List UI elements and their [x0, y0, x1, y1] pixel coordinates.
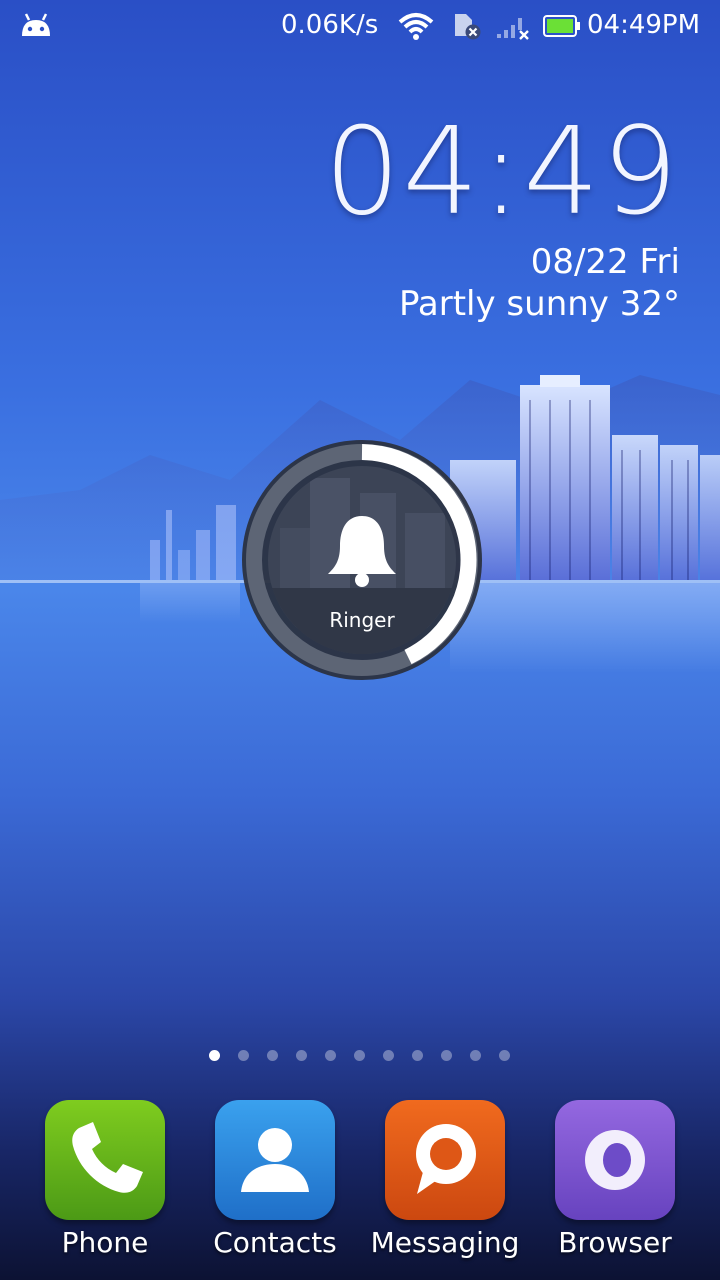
page-dot[interactable]: [383, 1050, 394, 1061]
app-contacts[interactable]: Contacts: [190, 1100, 360, 1259]
app-messaging[interactable]: Messaging: [360, 1100, 530, 1259]
page-dot[interactable]: [296, 1050, 307, 1061]
status-time: 04:49PM: [587, 10, 701, 40]
page-dot[interactable]: [325, 1050, 336, 1061]
page-dot[interactable]: [470, 1050, 481, 1061]
battery-icon: [543, 15, 580, 37]
messaging-icon[interactable]: [385, 1100, 505, 1220]
ringer-dial[interactable]: Ringer: [240, 438, 484, 682]
phone-icon[interactable]: [45, 1100, 165, 1220]
sim-disabled-icon: [455, 14, 481, 40]
android-icon: [22, 13, 50, 36]
page-dot[interactable]: [499, 1050, 510, 1061]
clock-widget[interactable]: 04:49 08/22 Fri Partly sunny 32°: [324, 108, 680, 326]
page-dot[interactable]: [238, 1050, 249, 1061]
page-indicator: [0, 1050, 720, 1062]
app-label: Phone: [61, 1226, 149, 1259]
page-dot[interactable]: [354, 1050, 365, 1061]
page-dot[interactable]: [412, 1050, 423, 1061]
dock: Phone Contacts Messaging Browser: [0, 1100, 720, 1280]
network-speed: 0.06K/s: [281, 10, 379, 40]
page-dot[interactable]: [441, 1050, 452, 1061]
ringer-label: Ringer: [329, 608, 395, 632]
browser-icon[interactable]: [555, 1100, 675, 1220]
app-phone[interactable]: Phone: [20, 1100, 190, 1259]
app-label: Contacts: [213, 1226, 337, 1259]
status-bar: 0.06K/s 04:49PM: [0, 0, 720, 52]
contacts-icon[interactable]: [215, 1100, 335, 1220]
wifi-icon: [398, 13, 434, 40]
weather-text[interactable]: Partly sunny 32°: [324, 282, 680, 326]
app-label: Messaging: [370, 1226, 520, 1259]
signal-none-icon: [497, 18, 529, 40]
page-dot[interactable]: [209, 1050, 220, 1061]
app-label: Browser: [558, 1226, 672, 1259]
clock-date: 08/22 Fri: [530, 242, 680, 282]
page-dot[interactable]: [267, 1050, 278, 1061]
app-browser[interactable]: Browser: [530, 1100, 700, 1259]
bell-icon: [328, 516, 396, 587]
clock-time[interactable]: 04:49: [324, 108, 680, 238]
